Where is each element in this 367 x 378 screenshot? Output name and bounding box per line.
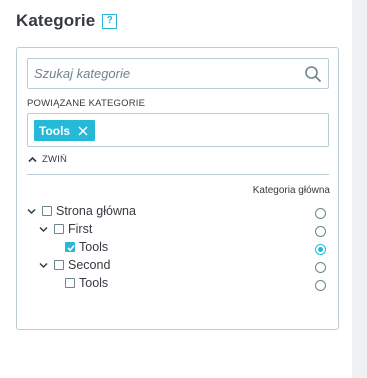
associated-categories-label: POWIĄZANE KATEGORIE (27, 98, 146, 109)
collapse-tree-toggle[interactable]: ZWIŃ (28, 154, 67, 165)
main-category-header: Kategoria główna (252, 185, 330, 196)
category-tag-label: Tools (39, 123, 71, 138)
tree-node-label: Tools (79, 276, 109, 290)
collapse-label: ZWIŃ (42, 154, 68, 165)
category-checkbox[interactable] (54, 224, 64, 234)
tree-node-label: Second (68, 258, 111, 272)
main-category-radio[interactable] (315, 208, 326, 219)
main-category-radio[interactable] (315, 280, 326, 291)
category-search-input[interactable] (28, 59, 298, 88)
categories-panel: POWIĄZANE KATEGORIE Tools ZWIŃ Kategoria… (16, 47, 339, 330)
category-search (27, 58, 329, 89)
category-checkbox-checked[interactable] (65, 242, 75, 252)
close-icon[interactable] (78, 125, 88, 136)
main-category-radio[interactable] (315, 262, 326, 273)
tree-node-label: Strona główna (56, 204, 136, 218)
category-checkbox[interactable] (65, 278, 75, 288)
tree-node-second-tools: Tools (65, 274, 108, 292)
chevron-down-icon[interactable] (39, 226, 48, 233)
tree-node-strona-glowna: Strona główna (27, 202, 136, 220)
associated-categories-box: Tools (27, 113, 329, 147)
tree-node-first: First (39, 220, 92, 238)
tree-node-first-tools: Tools (65, 238, 108, 256)
chevron-down-icon[interactable] (39, 262, 48, 269)
section-title: Kategorie (16, 11, 96, 30)
main-category-radio[interactable] (315, 226, 326, 237)
main-category-radio-selected[interactable] (315, 244, 326, 255)
chevron-up-icon (28, 156, 37, 163)
section-header: Kategorie ? (16, 11, 118, 31)
category-checkbox[interactable] (54, 260, 64, 270)
tree-node-second: Second (39, 256, 110, 274)
right-panel-edge (352, 0, 367, 378)
help-icon[interactable]: ? (102, 13, 118, 29)
chevron-down-icon[interactable] (27, 208, 36, 215)
checkmark-icon (67, 245, 75, 252)
tree-node-label: Tools (79, 240, 109, 254)
search-icon[interactable] (304, 65, 322, 83)
divider (27, 174, 329, 175)
category-checkbox[interactable] (42, 206, 52, 216)
category-tag: Tools (34, 120, 96, 141)
tree-node-label: First (68, 222, 93, 236)
